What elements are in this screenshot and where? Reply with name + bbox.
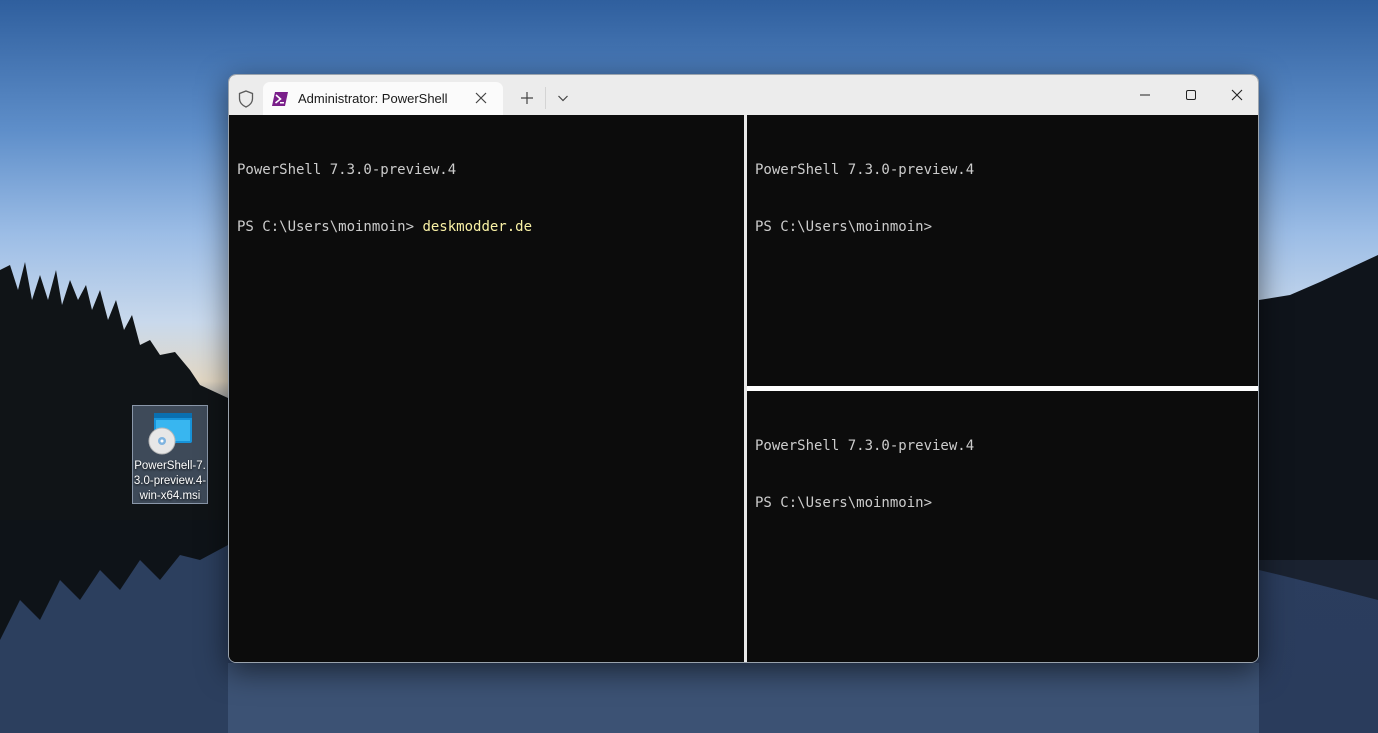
desktop-file-icon[interactable]: PowerShell-7.3.0-preview.4-win-x64.msi [132, 405, 208, 504]
pane-prompt-line: PS C:\Users\moinmoin> deskmodder.de [237, 218, 736, 237]
powershell-icon [272, 92, 288, 106]
terminal-window: Administrator: PowerShell PowerShell 7.3… [228, 74, 1259, 663]
pane-banner: PowerShell 7.3.0-preview.4 [755, 438, 975, 454]
close-icon[interactable] [475, 92, 487, 104]
prompt-text: PS C:\Users\moinmoin> [755, 495, 933, 511]
tab-title: Administrator: PowerShell [298, 91, 448, 106]
prompt-text: PS C:\Users\moinmoin> [755, 219, 933, 235]
minimize-icon [1140, 94, 1150, 96]
maximize-icon [1186, 90, 1196, 100]
title-bar[interactable]: Administrator: PowerShell [229, 75, 1258, 115]
terminal-pane-bottom-right[interactable]: PowerShell 7.3.0-preview.4 PS C:\Users\m… [747, 391, 1258, 662]
tab-separator [545, 87, 546, 109]
maximize-button[interactable] [1168, 75, 1214, 115]
desktop-file-name: PowerShell-7.3.0-preview.4-win-x64.msi [133, 460, 207, 502]
pane-banner: PowerShell 7.3.0-preview.4 [755, 162, 975, 178]
msi-installer-icon [148, 413, 192, 455]
close-icon [1231, 89, 1243, 101]
shield-icon [238, 90, 254, 108]
minimize-button[interactable] [1122, 75, 1168, 115]
close-window-button[interactable] [1214, 75, 1258, 115]
chevron-down-icon[interactable] [557, 93, 569, 103]
plus-icon[interactable] [520, 91, 534, 105]
tab-powershell[interactable]: Administrator: PowerShell [263, 82, 503, 115]
terminal-pane-top-right[interactable]: PowerShell 7.3.0-preview.4 PS C:\Users\m… [747, 115, 1258, 386]
pane-banner: PowerShell 7.3.0-preview.4 [237, 162, 457, 178]
prompt-text: PS C:\Users\moinmoin> [237, 219, 423, 235]
typed-command: deskmodder.de [422, 219, 533, 235]
terminal-pane-left[interactable]: PowerShell 7.3.0-preview.4 PS C:\Users\m… [229, 115, 744, 662]
